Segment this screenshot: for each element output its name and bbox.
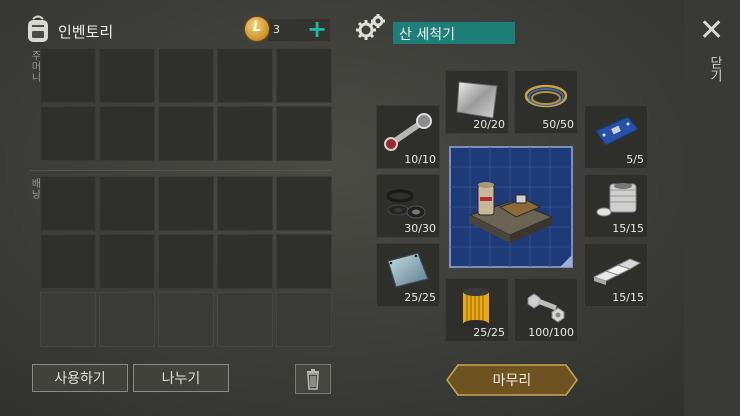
add-coins-button[interactable]: +: [307, 16, 327, 42]
backpack-slot-locked: [99, 292, 155, 347]
backpack-slot-locked: [158, 292, 214, 347]
ingredient-slot-metal-plate[interactable]: 20/20: [445, 70, 509, 134]
pocket-slot[interactable]: [158, 48, 214, 103]
backpack-slot[interactable]: [217, 176, 273, 231]
finish-button[interactable]: 마무리: [446, 364, 578, 396]
ingredient-slot-wire[interactable]: 50/50: [514, 70, 578, 134]
ingredient-qty: 30/30: [404, 222, 436, 235]
gears-icon: [356, 14, 385, 40]
pocket-grid: [40, 48, 332, 161]
pocket-slot[interactable]: [99, 48, 155, 103]
backpack-slot[interactable]: [217, 234, 273, 289]
pocket-slot[interactable]: [276, 48, 332, 103]
ingredient-slot-aluminum-ingots[interactable]: 15/15: [584, 243, 648, 307]
backpack-slot[interactable]: [99, 176, 155, 231]
pocket-slot[interactable]: [276, 106, 332, 161]
backpack-slot[interactable]: [276, 234, 332, 289]
coin-count: 3: [273, 23, 280, 36]
backpack-slot-locked: [276, 292, 332, 347]
inventory-divider: [30, 170, 332, 171]
pocket-slot[interactable]: [40, 48, 96, 103]
ingredient-qty: 15/15: [612, 291, 644, 304]
ingredient-qty: 100/100: [528, 326, 574, 339]
backpack-slot[interactable]: [158, 176, 214, 231]
ingredient-slot-oil-filter[interactable]: 25/25: [445, 278, 509, 342]
ingredient-slot-circuit-board[interactable]: 5/5: [584, 105, 648, 169]
ingredient-slot-engine-cylinder[interactable]: 15/15: [584, 174, 648, 238]
ingredient-qty: 5/5: [626, 153, 644, 166]
pocket-slot[interactable]: [99, 106, 155, 161]
pocket-slot[interactable]: [217, 106, 273, 161]
backpack-slot-locked: [217, 292, 273, 347]
ingredient-qty: 20/20: [473, 118, 505, 131]
backpack-icon: [28, 15, 48, 42]
backpack-slot[interactable]: [276, 176, 332, 231]
backpack-slot-locked: [40, 292, 96, 347]
ingredient-slot-bolt-and-nut[interactable]: 100/100: [514, 278, 578, 342]
craft-item-title: 산 세척기: [393, 22, 515, 44]
backpack-grid: [40, 176, 332, 347]
coin-icon: L: [245, 17, 269, 41]
pocket-slot[interactable]: [158, 106, 214, 161]
ingredient-slot-connecting-rod[interactable]: 10/10: [376, 105, 440, 169]
backpack-slot[interactable]: [99, 234, 155, 289]
pocket-slot[interactable]: [40, 106, 96, 161]
ingredient-slot-rubber-seals[interactable]: 30/30: [376, 174, 440, 238]
craft-item-name: 산 세척기: [399, 27, 455, 43]
pocket-slot[interactable]: [217, 48, 273, 103]
ingredient-qty: 10/10: [404, 153, 436, 166]
backpack-slot[interactable]: [158, 234, 214, 289]
inventory-title: 인벤토리: [58, 23, 114, 41]
ingredient-qty: 25/25: [404, 291, 436, 304]
ingredient-qty: 25/25: [473, 326, 505, 339]
close-icon[interactable]: ✕: [699, 16, 724, 46]
backpack-slot[interactable]: [40, 234, 96, 289]
split-button[interactable]: 나누기: [133, 364, 229, 392]
blueprint-icon: [449, 146, 573, 268]
backpack-slot[interactable]: [40, 176, 96, 231]
trash-icon: [307, 369, 319, 390]
close-label: 닫기: [707, 56, 722, 82]
ingredient-qty: 15/15: [612, 222, 644, 235]
delete-button[interactable]: [295, 364, 331, 394]
ingredient-slot-glass-panel[interactable]: 25/25: [376, 243, 440, 307]
ingredient-qty: 50/50: [542, 118, 574, 131]
finish-label: 마무리: [492, 373, 532, 389]
use-button[interactable]: 사용하기: [32, 364, 128, 392]
